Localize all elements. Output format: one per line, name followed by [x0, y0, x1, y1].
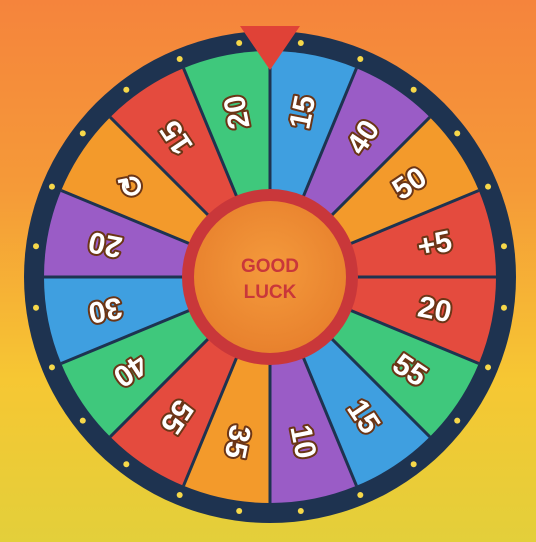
- rim-light-dot: [176, 55, 183, 62]
- rim-light-dot: [48, 364, 55, 371]
- rim-light-dot: [410, 461, 417, 468]
- segment-label: 10: [283, 422, 322, 461]
- rim-light-dot: [236, 507, 243, 514]
- rim-light-dot: [236, 40, 243, 47]
- rim-light-dot: [500, 243, 507, 250]
- prize-wheel-area: 15 40 50 +5 20 55 15 10 35 55 40 30 20 ⟳ 15 20 GOOD LUC…: [0, 0, 536, 542]
- rim-light-dot: [357, 492, 364, 499]
- rim-light-dot: [176, 492, 183, 499]
- rim-light-dot: [357, 55, 364, 62]
- rim-light-dot: [48, 183, 55, 190]
- rim-light-dot: [123, 86, 130, 93]
- rim-light-dot: [485, 183, 492, 190]
- prize-wheel[interactable]: 154050+5205515103555403020⟳1520 GOOD LUC…: [0, 0, 536, 542]
- rim-light-dot: [33, 304, 40, 311]
- rim-light-dot: [123, 461, 130, 468]
- rim-light-dot: [297, 507, 304, 514]
- rim-light-dot: [79, 130, 86, 137]
- rim-light-dot: [485, 364, 492, 371]
- rim-light-dot: [500, 304, 507, 311]
- segment-label: 20: [86, 225, 125, 264]
- rim-light-dot: [79, 417, 86, 424]
- rim-light-dot: [454, 417, 461, 424]
- segment-label: 30: [86, 290, 125, 329]
- center-hub[interactable]: GOOD LUCK: [182, 189, 358, 365]
- rim-light-dot: [454, 130, 461, 137]
- rim-light-dot: [33, 243, 40, 250]
- hub-label-line2: LUCK: [244, 282, 297, 303]
- segment-label: 15: [283, 93, 322, 132]
- hub-inner-disc: [194, 201, 346, 353]
- rim-light-dot: [410, 86, 417, 93]
- segment-label: 20: [415, 290, 454, 329]
- segment-label: 20: [218, 93, 257, 132]
- segment-label: +5: [415, 225, 455, 264]
- hub-label-line1: GOOD: [241, 256, 299, 277]
- rim-light-dot: [297, 40, 304, 47]
- segment-label: 35: [218, 422, 257, 461]
